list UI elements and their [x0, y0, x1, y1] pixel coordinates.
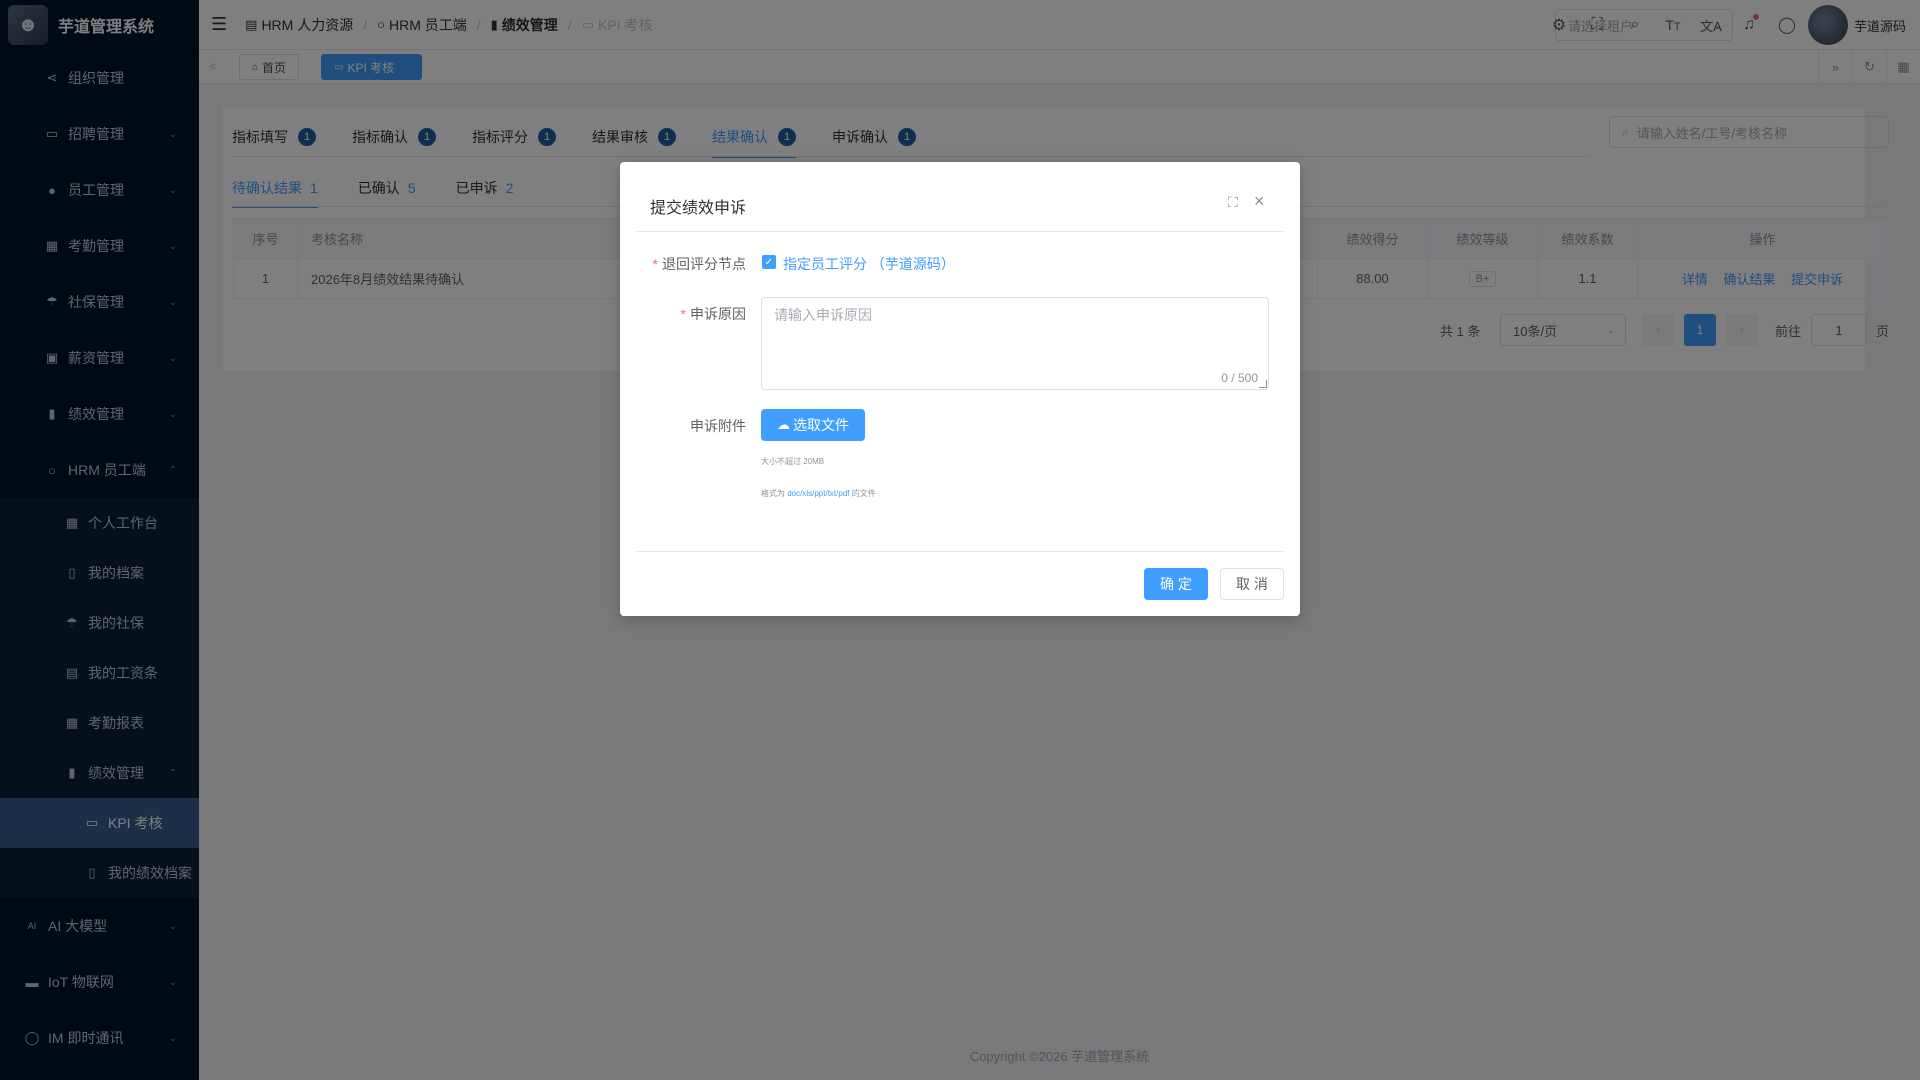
reason-placeholder: 请输入申诉原因	[774, 307, 872, 323]
resize-handle[interactable]	[1259, 380, 1267, 388]
node-label: * 退回评分节点	[626, 254, 746, 274]
format-tip-value: doc/xls/ppt/txt/pdf	[787, 489, 850, 498]
node-checkbox-label[interactable]: 指定员工评分 （芋道源码）	[783, 254, 955, 274]
select-file-button[interactable]: ☁ 选取文件	[761, 409, 865, 441]
cancel-button[interactable]: 取 消	[1220, 568, 1284, 600]
format-tip-prefix: 格式为	[761, 489, 785, 498]
select-file-label: 选取文件	[793, 417, 849, 433]
reason-textarea[interactable]: 请输入申诉原因 0 / 500	[761, 297, 1269, 390]
format-tip-suffix: 的文件	[851, 489, 876, 498]
node-label-text: 退回评分节点	[662, 256, 746, 272]
cloud-upload-icon: ☁	[777, 417, 790, 432]
reason-label: * 申诉原因	[626, 304, 746, 324]
node-checkbox[interactable]: ✓	[762, 255, 776, 269]
dialog-title: 提交绩效申诉	[650, 200, 747, 217]
maximize-icon[interactable]: ⛶	[1228, 194, 1238, 211]
dialog-footer-divider	[636, 551, 1284, 552]
appeal-dialog: 提交绩效申诉 ⛶ × * 退回评分节点 ✓ 指定员工评分 （芋道源码） * 申诉原因…	[620, 162, 1300, 616]
required-mark: *	[680, 306, 686, 322]
size-tip: 大小不超过 20MB	[761, 457, 825, 466]
reason-char-count: 0 / 500	[1221, 371, 1258, 385]
attachment-label: 申诉附件	[690, 418, 746, 434]
close-icon[interactable]: ×	[1254, 191, 1265, 212]
confirm-button[interactable]: 确 定	[1144, 568, 1208, 600]
dialog-header-divider	[636, 231, 1284, 232]
required-mark: *	[652, 256, 658, 272]
reason-label-text: 申诉原因	[690, 306, 746, 322]
format-tip: 格式为 doc/xls/ppt/txt/pdf 的文件	[761, 488, 876, 499]
